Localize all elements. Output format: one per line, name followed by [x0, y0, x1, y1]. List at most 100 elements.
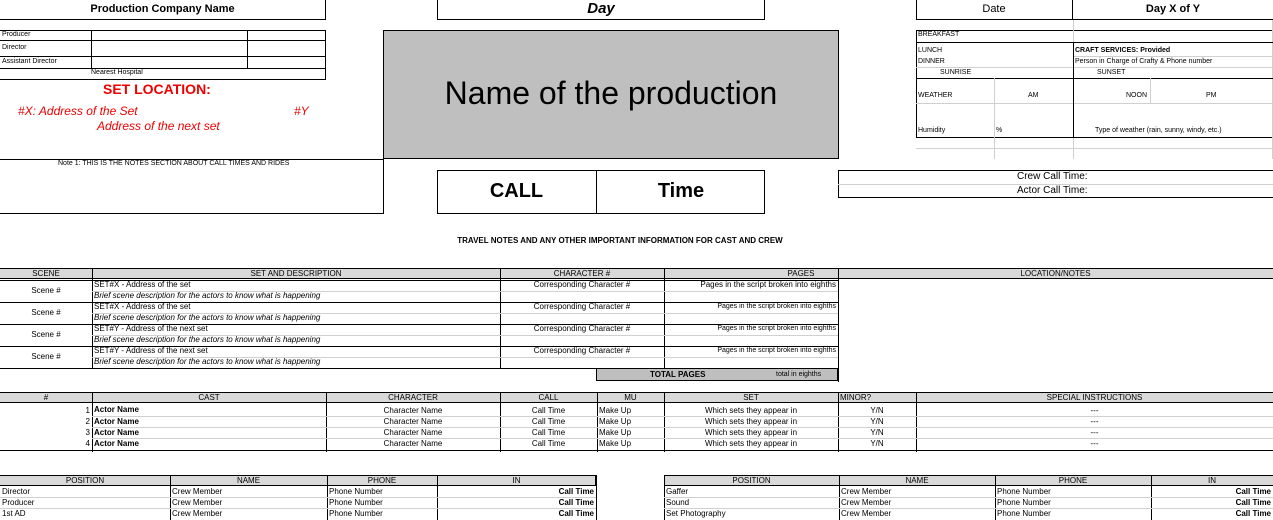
- crew-position: Set Photography: [666, 509, 726, 518]
- cast-minor: Y/N: [870, 439, 884, 448]
- total-pages-value: total in eighths: [776, 371, 822, 378]
- crew-name: Crew Member: [172, 498, 223, 507]
- scene-pages: Pages in the script broken into eighths: [717, 347, 836, 354]
- crew-left-phone-header: PHONE: [367, 476, 397, 485]
- cast-call: Call Time: [531, 417, 566, 426]
- scene-number: Scene #: [31, 308, 61, 317]
- crew-name: Crew Member: [841, 509, 892, 518]
- cast-set: Which sets they appear in: [704, 439, 798, 448]
- scene-set: SET#Y - Address of the next set: [94, 324, 208, 333]
- cast-number: 3: [85, 428, 90, 437]
- cast-character: Character Name: [383, 439, 443, 448]
- scene-description: Brief scene description for the actors t…: [94, 313, 321, 322]
- crew-right-name-header: NAME: [905, 476, 929, 485]
- cast-special: ---: [1090, 439, 1099, 448]
- cast-minor: Y/N: [870, 428, 884, 437]
- humidity-label: Humidity: [918, 127, 946, 134]
- cast-mu: Make Up: [599, 439, 632, 448]
- location-notes-header: LOCATION/NOTES: [1020, 269, 1091, 278]
- set-address: #X: Address of the Set: [18, 104, 138, 118]
- cast-mu: Make Up: [599, 417, 632, 426]
- crew-in: Call Time: [1235, 498, 1271, 507]
- director-label: Director: [2, 44, 27, 51]
- time-label: Time: [657, 180, 705, 202]
- scene-pages: Pages in the script broken into eighths: [717, 303, 836, 310]
- weather-type: Type of weather (rain, sunny, windy, etc…: [1095, 127, 1222, 134]
- cast-special: ---: [1090, 417, 1099, 426]
- scene-character: Corresponding Character #: [533, 324, 631, 333]
- crew-phone: Phone Number: [997, 509, 1051, 518]
- cast-character: Character Name: [383, 428, 443, 437]
- table-row: 2 Actor Name Character Name Call Time Ma…: [0, 416, 1273, 427]
- cast-minor-header: MINOR?: [840, 393, 872, 402]
- table-row: 4 Actor Name Character Name Call Time Ma…: [0, 438, 1273, 450]
- cast-number-header: #: [43, 393, 49, 402]
- crew-in: Call Time: [1235, 509, 1271, 518]
- assistant-director-label: Assistant Director: [2, 58, 57, 65]
- date-label: Date: [916, 0, 1073, 20]
- cast-character: Character Name: [383, 417, 443, 426]
- cast-set: Which sets they appear in: [704, 428, 798, 437]
- crew-phone: Phone Number: [329, 509, 383, 518]
- scene-number: Scene #: [31, 352, 61, 361]
- crew-position: 1st AD: [2, 509, 26, 518]
- cast-character-header: CHARACTER: [388, 393, 438, 402]
- cast-name: Actor Name: [94, 428, 139, 437]
- crew-right-phone-header: PHONE: [1058, 476, 1088, 485]
- weather-label: WEATHER: [918, 92, 953, 99]
- notes-box: [0, 159, 384, 214]
- cast-mu-header: MU: [624, 393, 637, 402]
- scene-character: Corresponding Character #: [533, 346, 631, 355]
- scene-description: Brief scene description for the actors t…: [94, 335, 321, 344]
- next-set-address: Address of the next set: [97, 119, 220, 133]
- crew-position: Gaffer: [666, 487, 689, 496]
- crew-in: Call Time: [558, 509, 594, 518]
- cast-number: 4: [85, 439, 90, 448]
- company-name-cell: Production Company Name: [0, 0, 326, 20]
- set-location-title: SET LOCATION:: [103, 81, 211, 97]
- crew-name: Crew Member: [172, 487, 223, 496]
- crew-name: Crew Member: [172, 509, 223, 518]
- cast-character: Character Name: [383, 406, 443, 415]
- table-row: 1st AD Crew Member Phone Number Call Tim…: [0, 509, 596, 520]
- travel-notes: TRAVEL NOTES AND ANY OTHER IMPORTANT INF…: [457, 236, 783, 245]
- breakfast-label: BREAKFAST: [918, 31, 960, 38]
- crew-left-in-header: IN: [512, 476, 521, 485]
- crew-info-box: [0, 30, 326, 80]
- crew-position: Producer: [2, 498, 35, 507]
- cast-mu: Make Up: [599, 406, 632, 415]
- day-cell: Day: [437, 0, 765, 20]
- sunset-label: SUNSET: [1097, 69, 1126, 76]
- humidity-percent: %: [996, 127, 1003, 134]
- crew-phone: Phone Number: [329, 498, 383, 507]
- weather-noon: NOON: [1126, 92, 1147, 99]
- scene-set: SET#Y - Address of the next set: [94, 346, 208, 355]
- crew-in: Call Time: [558, 498, 594, 507]
- table-row: 3 Actor Name Character Name Call Time Ma…: [0, 427, 1273, 438]
- total-pages-label: TOTAL PAGES: [650, 370, 706, 379]
- weather-pm: PM: [1206, 92, 1217, 99]
- crew-in: Call Time: [558, 487, 594, 496]
- crew-position: Director: [2, 487, 31, 496]
- set-y-label: #Y: [294, 104, 309, 118]
- scene-number: Scene #: [31, 286, 61, 295]
- scene-description: Brief scene description for the actors t…: [94, 291, 321, 300]
- nearest-hospital-label: Nearest Hospital: [91, 69, 143, 76]
- cast-number: 2: [85, 417, 90, 426]
- table-row: 1 Actor Name Character Name Call Time Ma…: [0, 404, 1273, 416]
- dinner-label: DINNER: [918, 58, 945, 65]
- crew-name: Crew Member: [841, 487, 892, 496]
- cast-mu: Make Up: [599, 428, 632, 437]
- cast-call: Call Time: [531, 428, 566, 437]
- crew-left-name-header: NAME: [236, 476, 261, 485]
- scene-number: Scene #: [31, 330, 61, 339]
- note-1: Note 1: THIS IS THE NOTES SECTION ABOUT …: [58, 160, 290, 167]
- crew-position: Sound: [666, 498, 690, 507]
- cast-special-header: SPECIAL INSTRUCTIONS: [1046, 393, 1143, 402]
- scene-pages: Pages in the script broken into eighths: [700, 280, 836, 289]
- cast-call: Call Time: [531, 439, 566, 448]
- crew-phone: Phone Number: [997, 487, 1051, 496]
- set-description-header: SET AND DESCRIPTION: [250, 269, 342, 278]
- cast-name: Actor Name: [94, 417, 139, 426]
- crew-phone: Phone Number: [329, 487, 383, 496]
